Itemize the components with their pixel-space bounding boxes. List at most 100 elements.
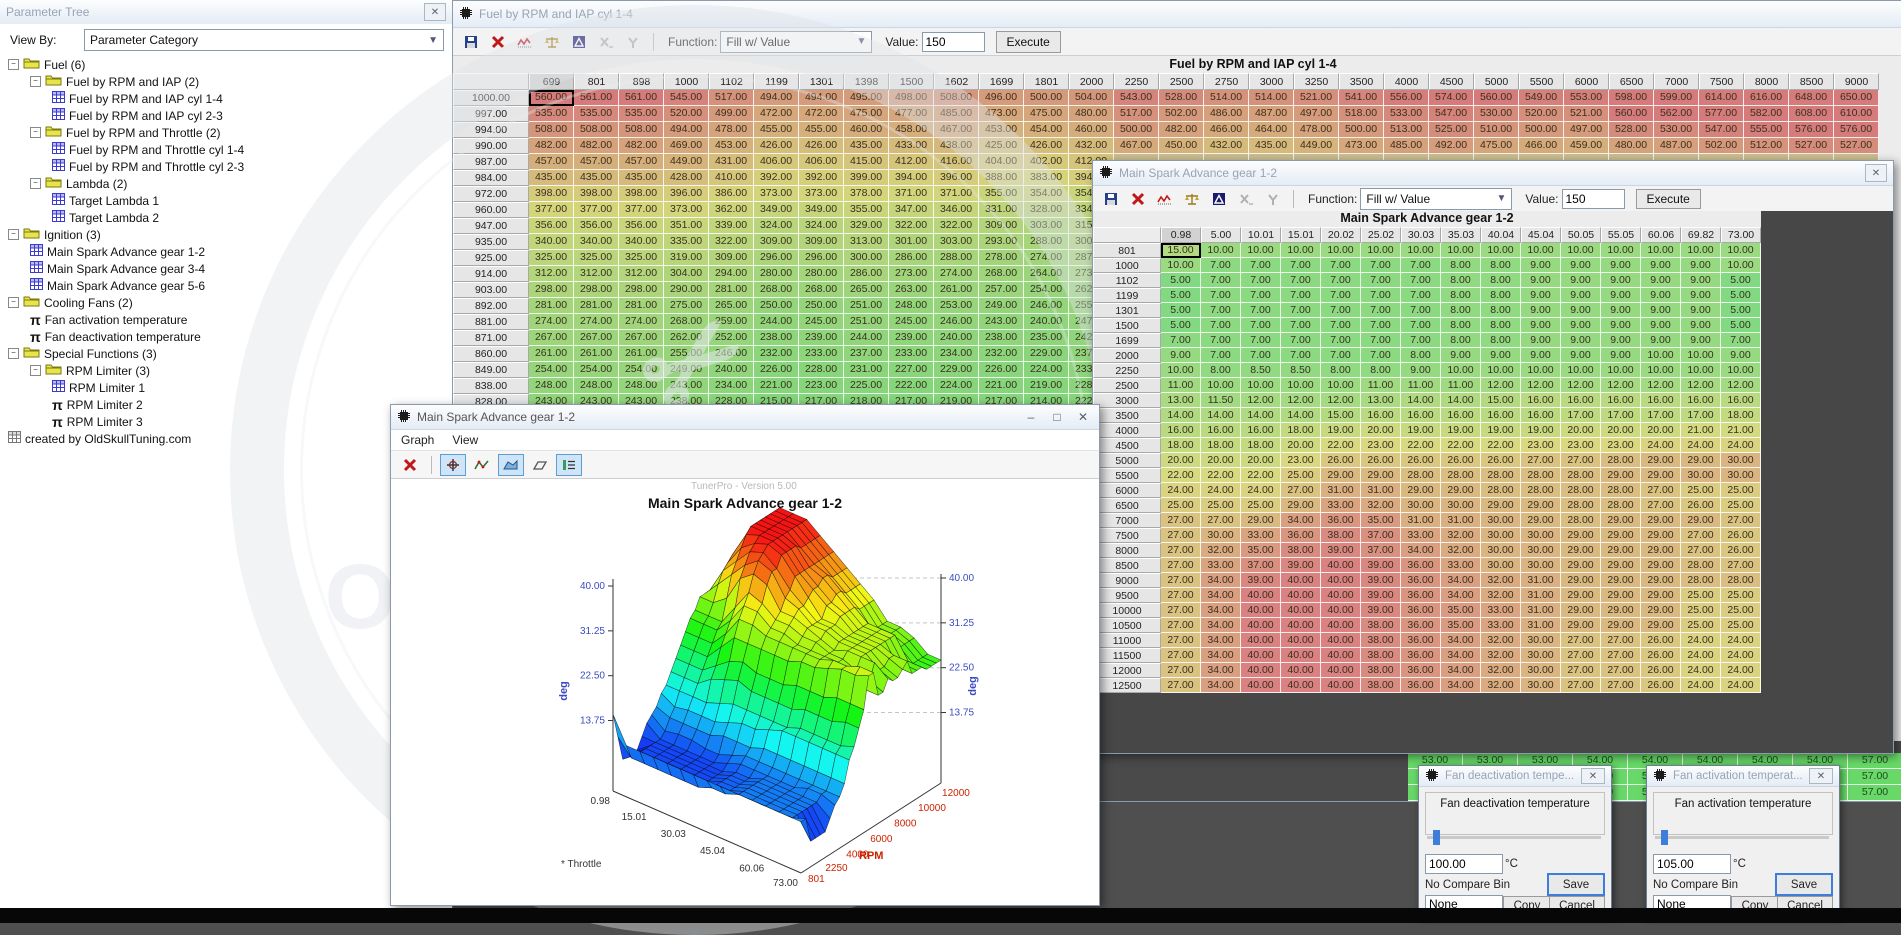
table-cell[interactable]: 16.00: [1561, 393, 1601, 408]
table-cell[interactable]: 29.00: [1641, 513, 1681, 528]
table-cell[interactable]: 20.00: [1241, 453, 1281, 468]
table-cell[interactable]: 9.00: [1601, 348, 1641, 363]
table-cell[interactable]: 464.00: [1249, 122, 1294, 138]
table-cell[interactable]: 7.00: [1201, 273, 1241, 288]
table-cell[interactable]: 406.00: [754, 154, 799, 170]
table-cell[interactable]: 20.00: [1361, 423, 1401, 438]
table-cell[interactable]: 37.00: [1241, 558, 1281, 573]
table-cell[interactable]: 7.00: [1401, 318, 1441, 333]
table-cell[interactable]: 7.00: [1361, 333, 1401, 348]
table-cell[interactable]: 7.00: [1241, 348, 1281, 363]
fuel-window-titlebar[interactable]: Fuel by RPM and IAP cyl 1-4: [453, 1, 1901, 28]
table-cell[interactable]: 251.00: [844, 298, 889, 314]
table-cell[interactable]: 32.00: [1481, 678, 1521, 693]
col-header[interactable]: 1699: [979, 73, 1024, 90]
table-cell[interactable]: 415.00: [844, 154, 889, 170]
table-cell[interactable]: 30.00: [1441, 498, 1481, 513]
table-cell[interactable]: 7.00: [1281, 288, 1321, 303]
table-cell[interactable]: 40.00: [1321, 633, 1361, 648]
table-cell[interactable]: 17.00: [1641, 408, 1681, 423]
table-cell[interactable]: 5.00: [1721, 273, 1761, 288]
table-cell[interactable]: 450.00: [1159, 138, 1204, 154]
table-cell[interactable]: 453.00: [709, 138, 754, 154]
table-cell[interactable]: 39.00: [1361, 603, 1401, 618]
trace-3d-icon[interactable]: [498, 454, 524, 476]
table-cell[interactable]: 514.00: [1249, 90, 1294, 106]
y-axis-icon[interactable]: [1261, 189, 1285, 209]
table-cell[interactable]: 280.00: [754, 266, 799, 282]
table-cell[interactable]: 29.00: [1601, 573, 1641, 588]
table-cell[interactable]: 19.00: [1481, 423, 1521, 438]
table-cell[interactable]: 30.00: [1521, 663, 1561, 678]
col-header[interactable]: 9000: [1834, 73, 1879, 90]
table-cell[interactable]: 32.00: [1441, 543, 1481, 558]
table-cell[interactable]: 10.00: [1561, 363, 1601, 378]
table-cell[interactable]: 281.00: [529, 298, 574, 314]
table-cell[interactable]: 10.00: [1201, 243, 1241, 258]
table-cell[interactable]: 547.00: [1699, 122, 1744, 138]
row-header[interactable]: 7500: [1093, 528, 1161, 543]
table-cell[interactable]: 29.00: [1561, 573, 1601, 588]
table-cell[interactable]: 229.00: [1024, 346, 1069, 362]
table-cell[interactable]: 12.00: [1241, 393, 1281, 408]
table-cell[interactable]: 14.00: [1201, 408, 1241, 423]
table-cell[interactable]: 426.00: [799, 138, 844, 154]
table-cell[interactable]: 25.00: [1681, 483, 1721, 498]
table-cell[interactable]: 27.00: [1521, 453, 1561, 468]
table-cell[interactable]: 11.50: [1201, 393, 1241, 408]
table-cell[interactable]: 30.00: [1521, 558, 1561, 573]
table-cell[interactable]: 32.00: [1201, 543, 1241, 558]
col-header[interactable]: 6500: [1609, 73, 1654, 90]
table-cell[interactable]: 8.00: [1481, 318, 1521, 333]
close-icon[interactable]: ✕: [1073, 409, 1093, 425]
table-cell[interactable]: 454.00: [1024, 122, 1069, 138]
table-cell[interactable]: 351.00: [664, 218, 709, 234]
table-cell[interactable]: 29.00: [1601, 603, 1641, 618]
table-cell[interactable]: 356.00: [619, 218, 664, 234]
row-header[interactable]: 892.00: [453, 298, 529, 314]
table-cell[interactable]: 28.00: [1681, 573, 1721, 588]
row-header[interactable]: 6000: [1093, 483, 1161, 498]
table-cell[interactable]: 39.00: [1361, 573, 1401, 588]
table-cell[interactable]: 22.00: [1201, 468, 1241, 483]
table-cell[interactable]: 34.00: [1401, 543, 1441, 558]
table-cell[interactable]: 234.00: [709, 378, 754, 394]
table-cell[interactable]: 12.00: [1481, 378, 1521, 393]
table-cell[interactable]: 27.00: [1161, 588, 1201, 603]
table-cell[interactable]: 262.00: [664, 330, 709, 346]
table-cell[interactable]: 245.00: [889, 314, 934, 330]
table-cell[interactable]: 15.00: [1161, 243, 1201, 258]
table-cell[interactable]: 7.00: [1241, 258, 1281, 273]
row-header[interactable]: 1102: [1093, 273, 1161, 288]
table-cell[interactable]: 435.00: [619, 170, 664, 186]
table-cell[interactable]: 449.00: [1294, 138, 1339, 154]
table-cell[interactable]: 38.00: [1361, 663, 1401, 678]
table-cell[interactable]: 219.00: [1024, 378, 1069, 394]
col-header[interactable]: 6000: [1564, 73, 1609, 90]
table-cell[interactable]: 22.00: [1481, 438, 1521, 453]
table-cell[interactable]: 298.00: [574, 282, 619, 298]
table-cell[interactable]: 33.00: [1401, 528, 1441, 543]
table-cell[interactable]: 39.00: [1321, 543, 1361, 558]
table-cell[interactable]: 8.00: [1481, 273, 1521, 288]
table-cell[interactable]: 378.00: [844, 186, 889, 202]
table-cell[interactable]: 28.00: [1561, 498, 1601, 513]
table-cell[interactable]: 335.00: [664, 234, 709, 250]
table-cell[interactable]: 24.00: [1681, 633, 1721, 648]
table-cell[interactable]: 229.00: [934, 362, 979, 378]
table-cell[interactable]: 15.00: [1481, 393, 1521, 408]
table-cell[interactable]: 29.00: [1641, 558, 1681, 573]
table-cell[interactable]: 226.00: [754, 362, 799, 378]
table-cell[interactable]: 432.00: [1069, 138, 1114, 154]
table-cell[interactable]: 23.00: [1601, 438, 1641, 453]
table-cell[interactable]: 494.00: [754, 90, 799, 106]
tree-item[interactable]: Target Lambda 1: [0, 192, 452, 209]
col-header[interactable]: 5.00: [1201, 227, 1241, 243]
table-cell[interactable]: 7.00: [1281, 348, 1321, 363]
table-cell[interactable]: 232.00: [754, 346, 799, 362]
table-cell[interactable]: 40.00: [1241, 618, 1281, 633]
table-cell[interactable]: 355.00: [844, 202, 889, 218]
table-cell[interactable]: 246.00: [1024, 298, 1069, 314]
table-cell[interactable]: 508.00: [619, 122, 664, 138]
table-cell[interactable]: 14.00: [1401, 393, 1441, 408]
